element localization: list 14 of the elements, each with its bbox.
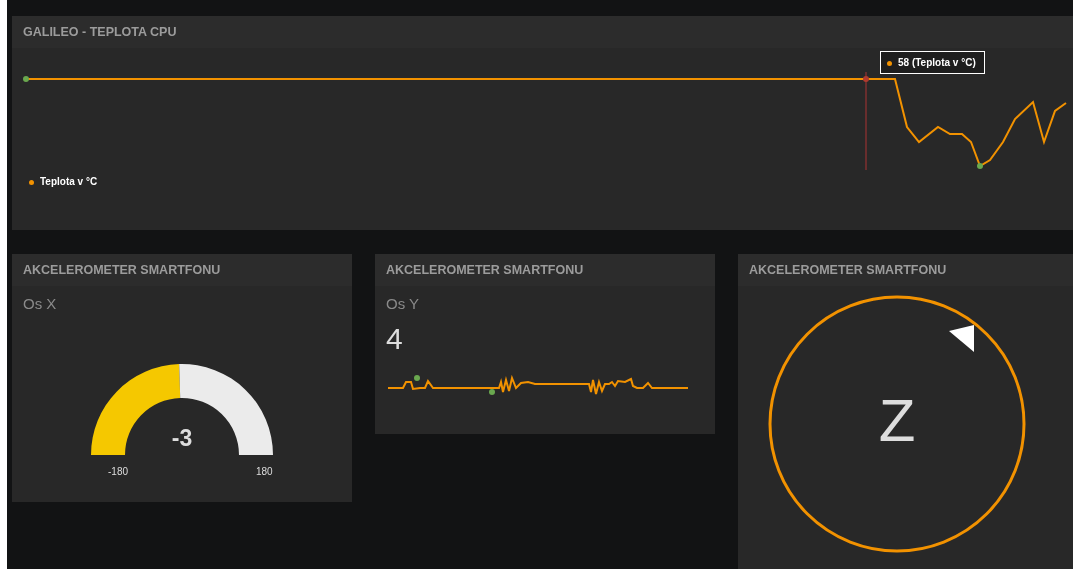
- current-value: 4: [385, 321, 404, 356]
- legend-item[interactable]: Teplota v °C: [29, 176, 98, 187]
- axis-letter: Z: [877, 386, 917, 455]
- panel-title: AKCELEROMETER SMARTFONU: [386, 263, 584, 277]
- axis-label: Os X: [22, 294, 58, 312]
- gauge-value: -3: [170, 425, 194, 452]
- chart-tooltip: 58 (Teplota v °C): [880, 51, 985, 74]
- panel-title: GALILEO - TEPLOTA CPU: [23, 25, 177, 39]
- panel-title: AKCELEROMETER SMARTFONU: [23, 263, 221, 277]
- gauge-max: 180: [256, 466, 273, 477]
- gauge-min: -180: [108, 466, 128, 477]
- panel-title: AKCELEROMETER SMARTFONU: [749, 263, 947, 277]
- axis-label: Os Y: [385, 294, 421, 312]
- pointer-icon: [949, 325, 974, 352]
